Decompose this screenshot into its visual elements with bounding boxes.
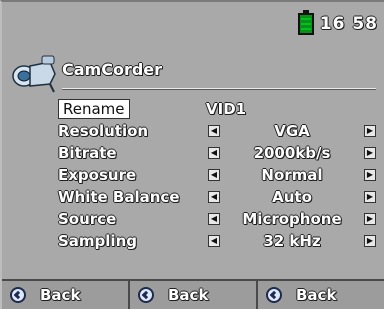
bottom-button-bar: Back Back Back xyxy=(2,279,384,309)
setting-value: VGA xyxy=(274,121,310,140)
settings-list: Rename VID1 Resolution ◀ VGA ▶ Bitrate ◀… xyxy=(58,98,384,252)
app-title-row: CamCorder xyxy=(10,54,376,94)
left-arrow-icon[interactable]: ◀ xyxy=(208,147,220,159)
right-arrow-icon[interactable]: ▶ xyxy=(364,191,376,203)
back-label: Back xyxy=(168,286,209,304)
status-bar: 16 58 xyxy=(297,10,378,36)
battery-icon xyxy=(297,10,314,35)
setting-value: Normal xyxy=(261,165,323,184)
setting-value: 2000kb/s xyxy=(253,143,331,162)
setting-row-white-balance[interactable]: White Balance ◀ Auto ▶ xyxy=(58,186,384,208)
setting-label: Source xyxy=(58,209,117,228)
right-arrow-icon[interactable]: ▶ xyxy=(364,213,376,225)
setting-label: Bitrate xyxy=(58,143,117,162)
setting-label: Resolution xyxy=(58,121,149,140)
setting-row-bitrate[interactable]: Bitrate ◀ 2000kb/s ▶ xyxy=(58,142,384,164)
setting-row-exposure[interactable]: Exposure ◀ Normal ▶ xyxy=(58,164,384,186)
battery-segment xyxy=(300,28,311,30)
battery-segment xyxy=(300,23,311,25)
clock: 16 58 xyxy=(319,14,378,34)
rename-button[interactable]: Rename xyxy=(58,99,130,119)
camcorder-icon xyxy=(12,55,56,93)
setting-value: Auto xyxy=(272,187,312,206)
title-divider xyxy=(62,88,376,89)
setting-value: Microphone xyxy=(242,209,342,228)
app-title: CamCorder xyxy=(62,60,163,79)
back-label: Back xyxy=(40,286,81,304)
left-arrow-icon[interactable]: ◀ xyxy=(208,125,220,137)
setting-row-source[interactable]: Source ◀ Microphone ▶ xyxy=(58,208,384,230)
back-button-2[interactable]: Back xyxy=(130,281,258,309)
back-icon xyxy=(138,287,154,303)
setting-row-sampling[interactable]: Sampling ◀ 32 kHz ▶ xyxy=(58,230,384,252)
setting-label: Sampling xyxy=(58,231,137,250)
setting-label: White Balance xyxy=(58,187,180,206)
left-arrow-icon[interactable]: ◀ xyxy=(208,169,220,181)
rename-value: VID1 xyxy=(206,99,247,118)
setting-label: Exposure xyxy=(58,165,137,184)
left-arrow-icon[interactable]: ◀ xyxy=(208,235,220,247)
setting-value: 32 kHz xyxy=(263,231,321,250)
left-arrow-icon[interactable]: ◀ xyxy=(208,213,220,225)
camcorder-settings-screen: 16 58 CamCorder Rename VID1 Resolution ◀… xyxy=(0,0,384,309)
right-arrow-icon[interactable]: ▶ xyxy=(364,235,376,247)
left-arrow-icon[interactable]: ◀ xyxy=(208,191,220,203)
right-arrow-icon[interactable]: ▶ xyxy=(364,125,376,137)
right-arrow-icon[interactable]: ▶ xyxy=(364,147,376,159)
back-icon xyxy=(10,287,26,303)
back-label: Back xyxy=(296,286,337,304)
back-icon xyxy=(266,287,282,303)
right-arrow-icon[interactable]: ▶ xyxy=(364,169,376,181)
back-button-3[interactable]: Back xyxy=(258,281,384,309)
back-button-1[interactable]: Back xyxy=(2,281,130,309)
rename-row: Rename VID1 xyxy=(58,98,384,120)
setting-row-resolution[interactable]: Resolution ◀ VGA ▶ xyxy=(58,120,384,142)
battery-segment xyxy=(300,18,311,20)
